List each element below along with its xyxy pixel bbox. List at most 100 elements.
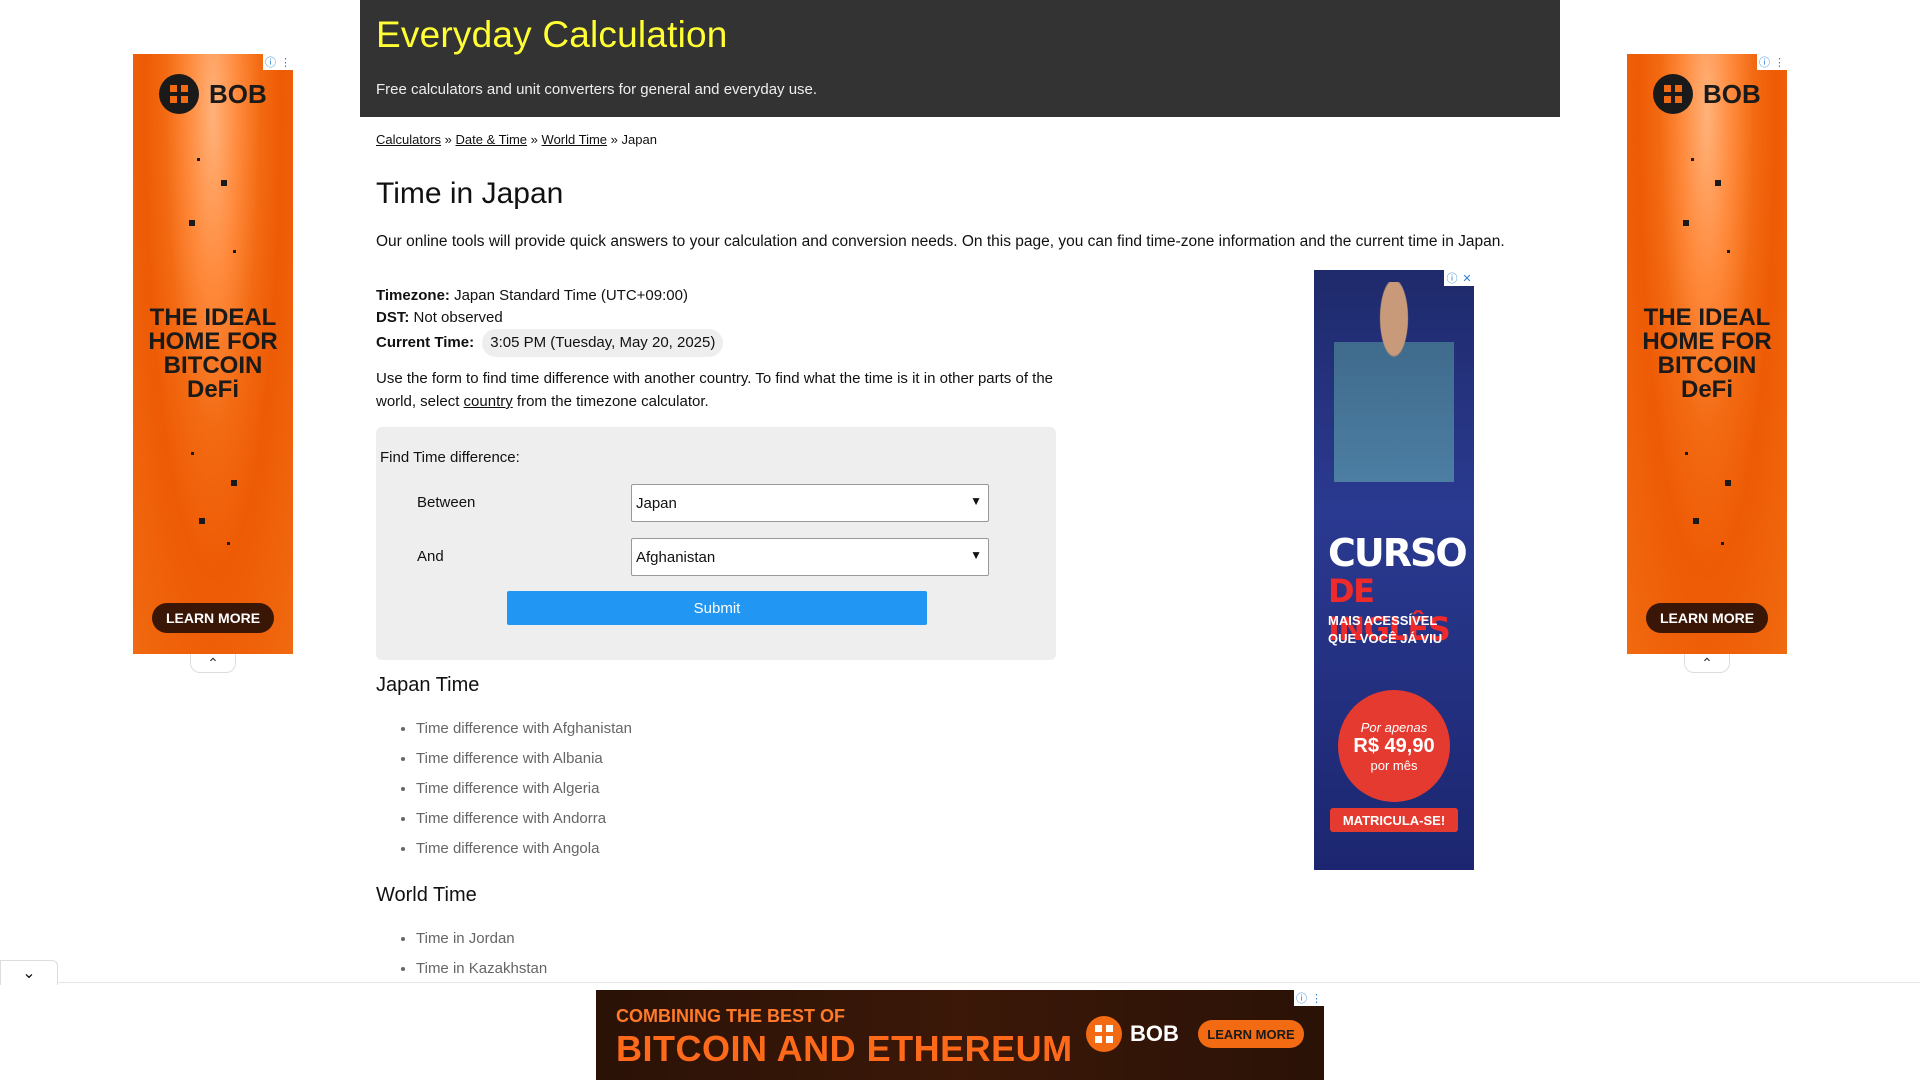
chevron-down-icon: ▼: [970, 494, 982, 508]
price-post: por mês: [1370, 757, 1418, 773]
world-time-link[interactable]: Time in Kazakhstan: [416, 960, 547, 977]
price-pre: Por apenas: [1360, 719, 1428, 735]
ad-choices-badge[interactable]: ⓘ ⋮: [263, 54, 293, 70]
form-heading: Find Time difference:: [380, 449, 520, 466]
ad-choices-badge[interactable]: ⓘ ✕: [1444, 270, 1474, 286]
enroll-button[interactable]: MATRICULA-SE!: [1330, 808, 1458, 832]
breadcrumb: Calculators » Date & Time » World Time »…: [376, 132, 657, 147]
decor-dot: [1727, 250, 1730, 253]
ad-choices-badge[interactable]: ⓘ ⋮: [1294, 990, 1324, 1006]
time-difference-link[interactable]: Time difference with Angola: [416, 840, 599, 857]
list-item: Time difference with Afghanistan: [416, 714, 632, 744]
decor-dot: [1683, 220, 1689, 226]
decor-dot: [191, 452, 194, 455]
price-badge: Por apenas R$ 49,90 por mês: [1338, 690, 1450, 802]
form-note: Use the form to find time difference wit…: [376, 367, 1076, 413]
breadcrumb-separator: »: [530, 132, 538, 147]
more-icon: ⋮: [1311, 992, 1322, 1005]
chevron-up-icon: ⌃: [207, 654, 219, 671]
ad-headline: THE IDEAL HOME FOR BITCOIN DeFi: [133, 306, 293, 402]
banner-learn-more-button[interactable]: LEARN MORE: [1198, 1020, 1304, 1048]
ad-learn-more-button[interactable]: LEARN MORE: [152, 603, 274, 633]
ad-choices-badge[interactable]: ⓘ ⋮: [1757, 54, 1787, 70]
ad-person-image: [1334, 282, 1454, 482]
ad-headline-line: BITCOIN: [163, 352, 263, 379]
ad-headline-line: DeFi: [186, 376, 239, 403]
ad-headline-line: HOME FOR: [1642, 328, 1772, 355]
intro-text: Our online tools will provide quick answ…: [376, 233, 1505, 250]
breadcrumb-separator: »: [444, 132, 452, 147]
submit-button[interactable]: Submit: [507, 591, 927, 625]
page-title: Time in Japan: [376, 177, 564, 210]
japan-time-links: Time difference with Afghanistan Time di…: [376, 714, 632, 864]
ad-text-curso: CURSO: [1328, 531, 1468, 575]
time-difference-link[interactable]: Time difference with Algeria: [416, 780, 599, 797]
decor-dot: [197, 158, 200, 161]
center-skyscraper-ad[interactable]: ⓘ ✕ CURSO DE INGLÊS MAIS ACESSÍVEL QUE VO…: [1314, 270, 1474, 870]
ad-headline-line: HOME FOR: [148, 328, 278, 355]
chevron-up-icon: ⌃: [1701, 654, 1713, 671]
price-value: R$ 49,90: [1353, 734, 1435, 757]
ad-learn-more-button[interactable]: LEARN MORE: [1646, 603, 1768, 633]
breadcrumb-date-time[interactable]: Date & Time: [456, 132, 528, 147]
banner-line-1: COMBINING THE BEST OF: [616, 1006, 845, 1026]
time-difference-link[interactable]: Time difference with Andorra: [416, 810, 606, 827]
bob-logo: BOB: [159, 74, 267, 114]
ad-text-mais: MAIS ACESSÍVEL: [1328, 613, 1438, 628]
between-label: Between: [417, 494, 476, 511]
decor-dot: [221, 180, 227, 186]
country-link[interactable]: country: [464, 393, 513, 410]
list-item: Time difference with Angola: [416, 834, 632, 864]
ad-headline-line: BITCOIN: [1657, 352, 1757, 379]
dst-label: DST:: [376, 309, 410, 326]
breadcrumb-calculators[interactable]: Calculators: [376, 132, 441, 147]
bob-logo: BOB: [1653, 74, 1761, 114]
and-select[interactable]: Afghanistan ▼: [631, 538, 989, 576]
current-time-label: Current Time:: [376, 334, 475, 351]
right-side-ad[interactable]: ⓘ ⋮ BOB THE IDEAL HOME FOR BITCOIN DeFi L…: [1627, 54, 1787, 654]
ad-text-subline: MAIS ACESSÍVEL QUE VOCÊ JÁ VIU: [1328, 612, 1442, 648]
list-item: Time in Kazakhstan: [416, 954, 547, 984]
bob-logo-icon: [159, 74, 199, 114]
form-note-text-end: from the timezone calculator.: [512, 393, 709, 410]
decor-dot: [1721, 542, 1724, 545]
bob-brand: BOB: [1703, 78, 1761, 109]
dst-value: Not observed: [413, 309, 503, 326]
chevron-down-icon: ▼: [970, 548, 982, 562]
current-time-row: Current Time: 3:05 PM (Tuesday, May 20, …: [376, 329, 724, 357]
decor-dot: [189, 220, 195, 226]
left-side-ad[interactable]: ⓘ ⋮ BOB THE IDEAL HOME FOR BITCOIN DeFi L…: [133, 54, 293, 654]
dst-row: DST: Not observed: [376, 307, 723, 329]
between-select[interactable]: Japan ▼: [631, 484, 989, 522]
bob-logo-icon: [1653, 74, 1693, 114]
decor-dot: [1693, 518, 1699, 524]
bob-logo: BOB: [1086, 1016, 1179, 1052]
decor-dot: [231, 480, 237, 486]
current-time-value: 3:05 PM (Tuesday, May 20, 2025): [482, 329, 724, 357]
breadcrumb-separator: »: [610, 132, 618, 147]
and-label: And: [417, 548, 444, 565]
ad-headline-line: THE IDEAL: [1643, 304, 1771, 331]
decor-dot: [1691, 158, 1694, 161]
ad-headline-line: THE IDEAL: [149, 304, 277, 331]
world-time-links: Time in Jordan Time in Kazakhstan: [376, 924, 547, 984]
bottom-banner-ad[interactable]: ⓘ ⋮ COMBINING THE BEST OF BITCOIN AND ETH…: [596, 990, 1324, 1080]
bob-brand: BOB: [1130, 1021, 1179, 1046]
site-tagline: Free calculators and unit converters for…: [376, 81, 818, 98]
breadcrumb-world-time[interactable]: World Time: [542, 132, 608, 147]
collapse-ad-button[interactable]: ⌃: [1684, 654, 1730, 673]
decor-dot: [233, 250, 236, 253]
more-icon: ⋮: [1774, 56, 1785, 69]
site-title[interactable]: Everyday Calculation: [376, 14, 728, 56]
decor-dot: [199, 518, 205, 524]
decor-dot: [1725, 480, 1731, 486]
japan-time-heading: Japan Time: [376, 674, 480, 696]
collapse-bottom-ad-button[interactable]: ⌄: [0, 960, 58, 985]
collapse-ad-button[interactable]: ⌃: [190, 654, 236, 673]
world-time-link[interactable]: Time in Jordan: [416, 930, 515, 947]
banner-line-2: BITCOIN AND ETHEREUM: [616, 1028, 1073, 1069]
time-difference-link[interactable]: Time difference with Albania: [416, 750, 603, 767]
ad-headline-line: DeFi: [1680, 376, 1733, 403]
time-difference-link[interactable]: Time difference with Afghanistan: [416, 720, 632, 737]
info-icon: ⓘ: [265, 57, 276, 69]
